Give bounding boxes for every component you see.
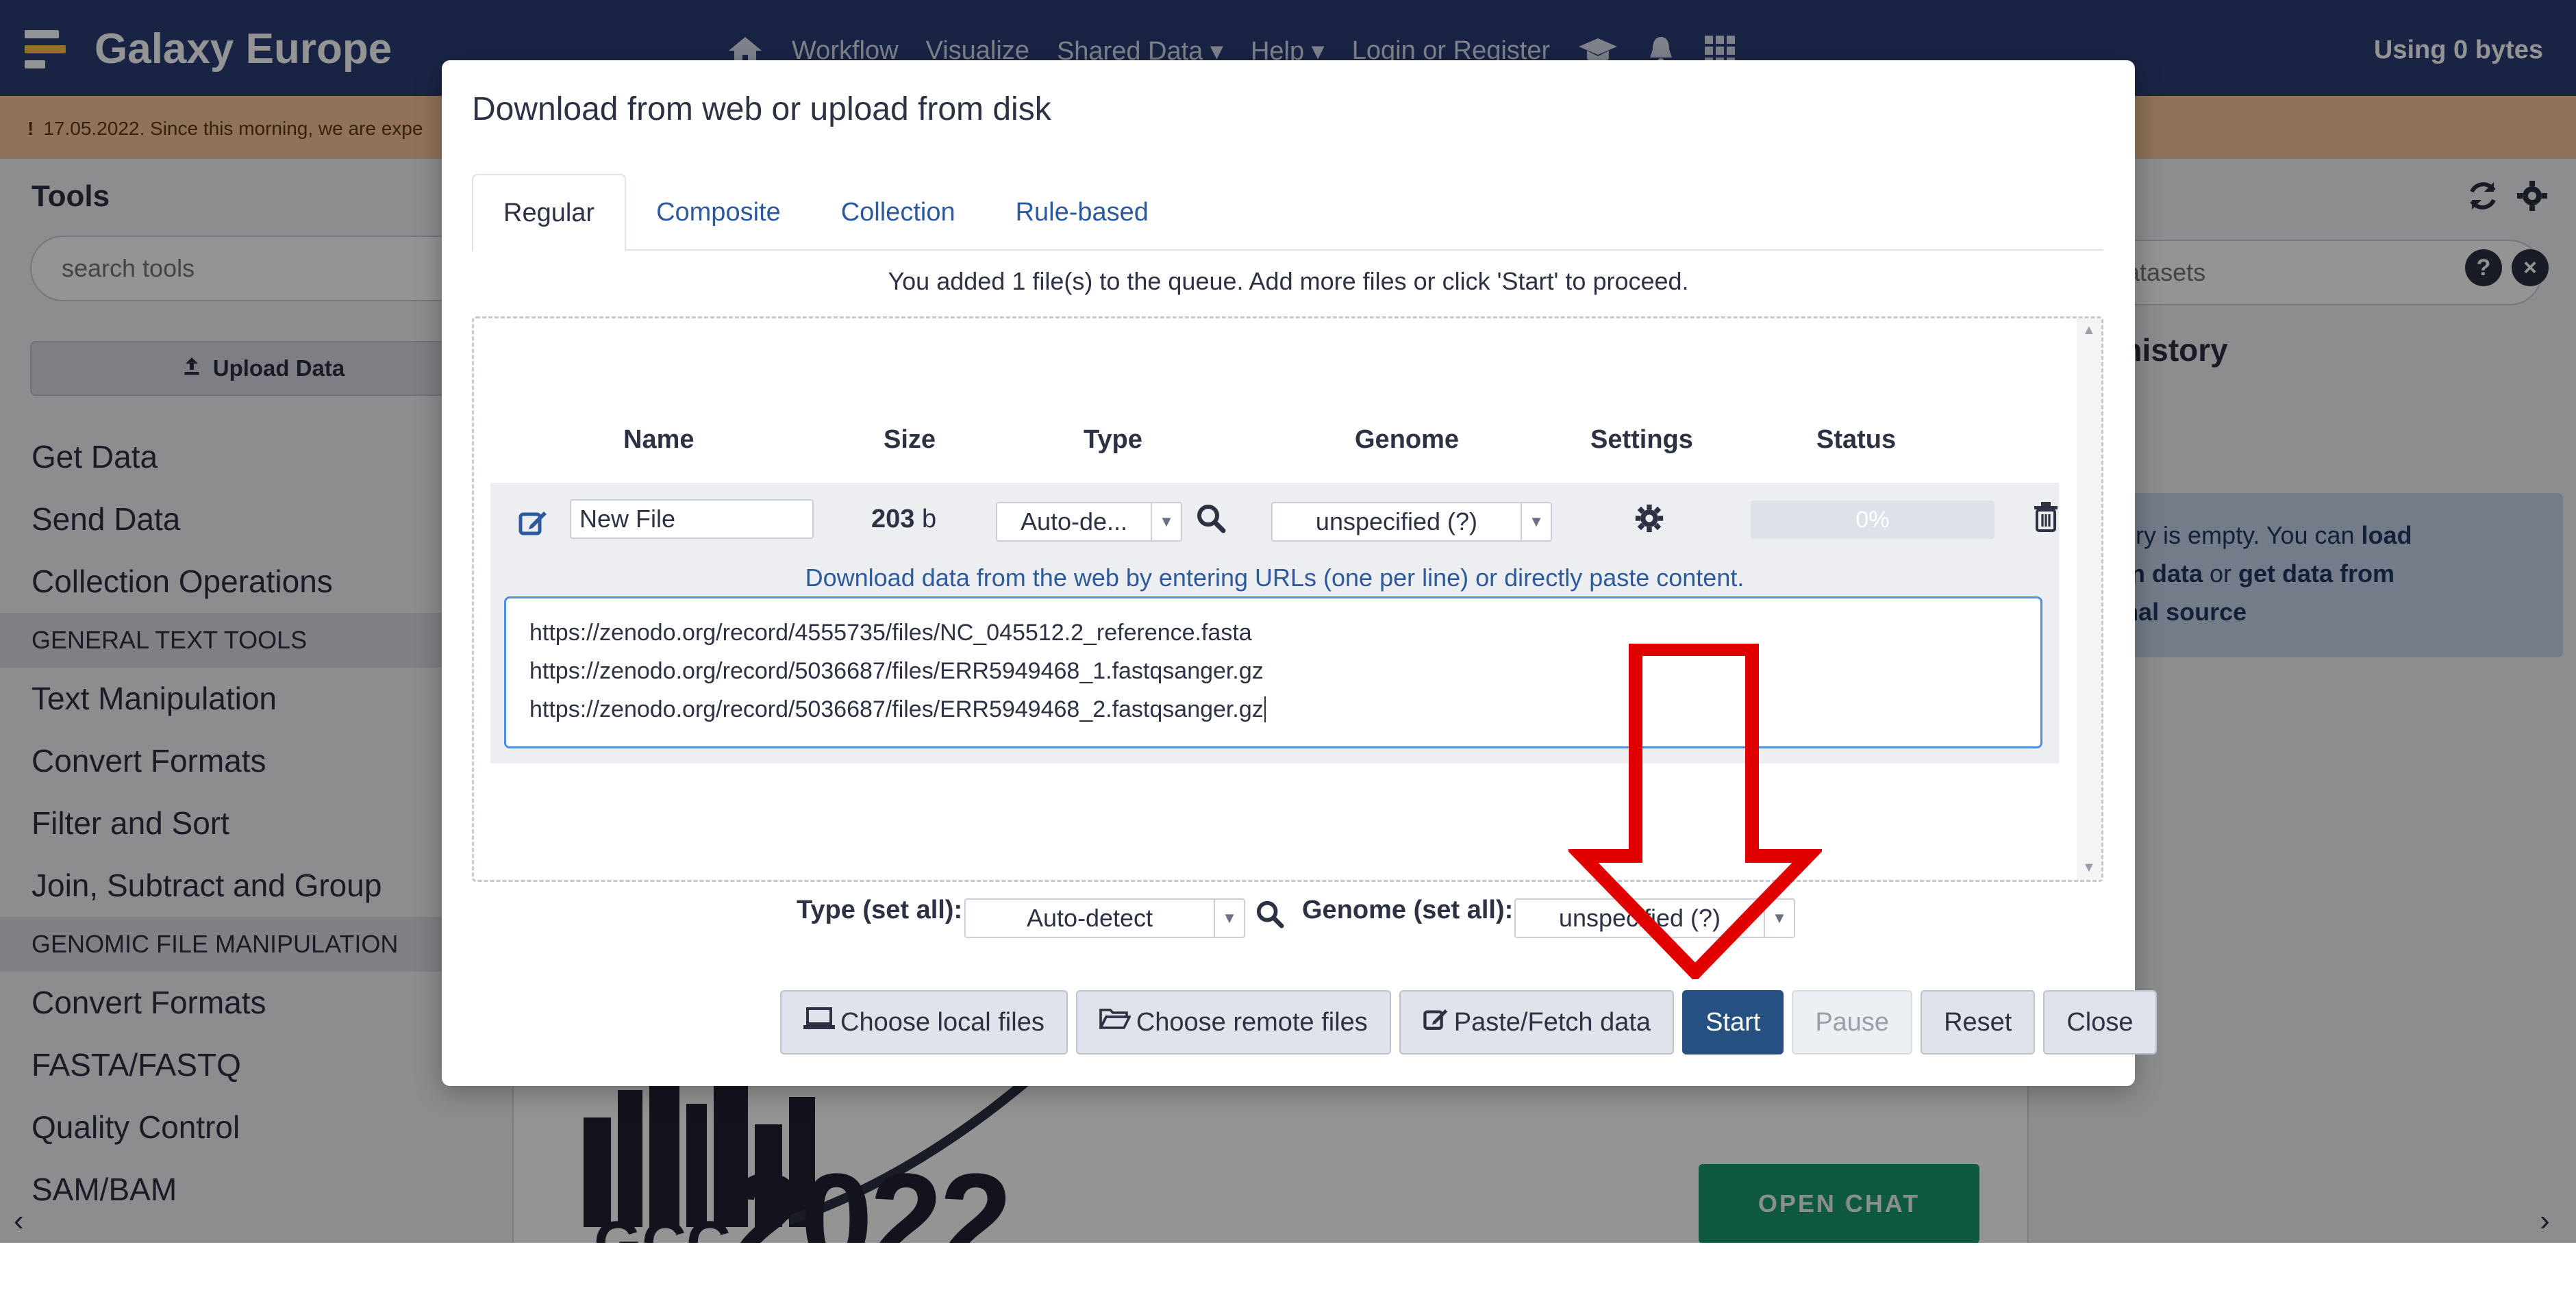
choose-local-files-button[interactable]: Choose local files (780, 990, 1068, 1054)
file-size-unit: b (921, 505, 937, 533)
close-button[interactable]: Close (2043, 990, 2157, 1054)
reset-button[interactable]: Reset (1921, 990, 2036, 1054)
upload-tabs: Regular Composite Collection Rule-based (472, 174, 2103, 252)
type-set-all-value: Auto-detect (1026, 904, 1153, 932)
column-size: Size (884, 425, 936, 454)
tab-composite[interactable]: Composite (626, 174, 811, 251)
scroll-down-icon[interactable]: ▼ (2082, 860, 2096, 876)
edit-icon (1423, 1006, 1449, 1039)
search-icon[interactable] (1196, 503, 1226, 537)
column-type: Type (1084, 425, 1142, 454)
column-name: Name (623, 425, 695, 454)
paste-hint: Download data from the web by entering U… (805, 564, 1745, 592)
start-button[interactable]: Start (1682, 990, 1784, 1054)
url-line-text: https://zenodo.org/record/5036687/files/… (529, 696, 1264, 722)
file-type-select[interactable]: Auto-de... ▼ (996, 502, 1182, 542)
genome-value: unspecified (?) (1315, 507, 1478, 535)
folder-open-icon (1098, 1007, 1131, 1037)
trash-icon[interactable] (2033, 502, 2059, 535)
paste-fetch-label: Paste/Fetch data (1453, 1007, 1651, 1037)
type-set-all-select[interactable]: Auto-detect ▼ (964, 898, 1245, 938)
text-cursor (1264, 696, 1266, 722)
chevron-down-icon: ▼ (1214, 900, 1244, 937)
tab-rule-based[interactable]: Rule-based (986, 174, 1179, 251)
settings-gear-icon[interactable] (1634, 503, 1664, 537)
red-arrow-annotation (1568, 644, 1822, 979)
laptop-icon (803, 1007, 835, 1037)
queue-message: You added 1 file(s) to the queue. Add mo… (888, 267, 1689, 295)
upload-queue-box: ▲ ▼ Name Size Type Genome Settings Statu… (472, 316, 2103, 882)
tab-regular[interactable]: Regular (472, 174, 627, 252)
genome-set-all-label: Genome (set all): (1302, 896, 1514, 924)
choose-remote-files-button[interactable]: Choose remote files (1075, 990, 1391, 1054)
file-type-value: Auto-de... (1020, 507, 1128, 535)
chevron-down-icon: ▼ (1521, 503, 1551, 540)
dialog-title: Download from web or upload from disk (472, 91, 1051, 127)
galaxy-app: Galaxy Europe Workflow Visualize Shared … (0, 0, 2576, 1243)
chevron-down-icon: ▼ (1151, 503, 1181, 540)
pause-button[interactable]: Pause (1792, 990, 1913, 1054)
type-set-all-label: Type (set all): (797, 896, 963, 924)
column-settings: Settings (1590, 425, 1693, 454)
file-name-input[interactable] (570, 499, 814, 539)
upload-progress-bar: 0% (1751, 501, 1994, 539)
genome-select[interactable]: unspecified (?) ▼ (1271, 502, 1552, 542)
edit-icon[interactable] (518, 507, 548, 541)
scroll-up-icon[interactable]: ▲ (2082, 323, 2096, 338)
file-size-value: 203 (871, 505, 915, 533)
queue-scrollbar[interactable]: ▲ ▼ (2077, 318, 2101, 880)
upload-item-row: 203 b Auto-de... ▼ unspecified (?) ▼ 0% (490, 483, 2059, 763)
column-genome: Genome (1355, 425, 1460, 454)
choose-remote-files-label: Choose remote files (1136, 1007, 1368, 1037)
paste-fetch-button[interactable]: Paste/Fetch data (1399, 990, 1675, 1054)
column-status: Status (1816, 425, 1897, 454)
file-size: 203 b (871, 505, 936, 534)
choose-local-files-label: Choose local files (840, 1007, 1045, 1037)
dialog-footer: Choose local files Choose remote files P… (780, 990, 2157, 1054)
tab-collection[interactable]: Collection (811, 174, 986, 251)
upload-dialog: Download from web or upload from disk Re… (442, 60, 2157, 1086)
search-icon[interactable] (1255, 900, 1284, 932)
